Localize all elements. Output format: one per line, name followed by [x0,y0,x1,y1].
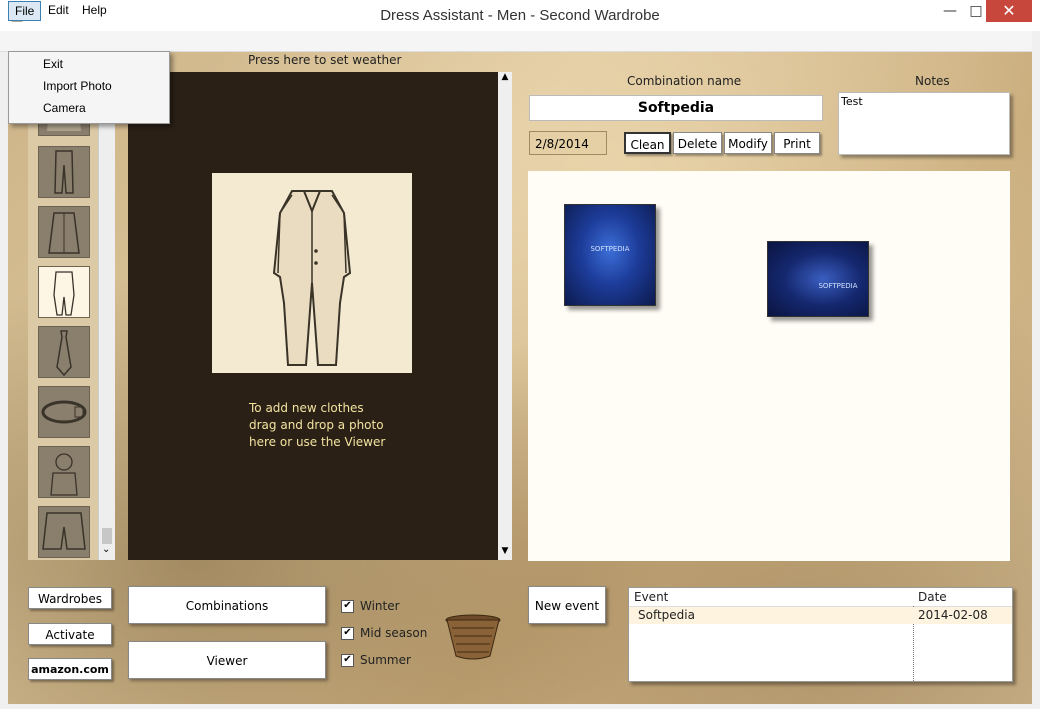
event-cell: Softpedia [638,608,695,622]
events-table[interactable]: Event Date Softpedia 2014-02-08 [628,587,1013,682]
print-button[interactable]: Print [774,132,820,154]
summer-checkbox[interactable]: ✔ [341,654,354,667]
combination-name-label: Combination name [627,74,742,88]
mid-season-label: Mid season [360,626,428,640]
menu-bar [0,31,1032,52]
new-event-button[interactable]: New event [528,586,606,624]
combination-name-input[interactable]: Softpedia [529,95,823,121]
shorts-thumb[interactable] [38,506,90,558]
viewer-button[interactable]: Viewer [128,641,326,679]
amazon-button[interactable]: amazon.com [28,658,112,680]
clean-button[interactable]: Clean [624,132,671,154]
combination-photo[interactable]: SOFTPEDIA [767,241,869,317]
amazon-logo: amazon.com [31,663,109,676]
scarf-thumb[interactable] [38,446,90,498]
suit-thumb[interactable] [38,266,90,318]
combinations-button[interactable]: Combinations [128,586,326,624]
notes-label: Notes [915,74,950,88]
winter-label: Winter [360,599,400,613]
date-cell: 2014-02-08 [918,608,988,622]
tie-thumb[interactable] [38,326,90,378]
window-title: Dress Assistant - Men - Second Wardrobe [380,7,660,24]
menu-edit[interactable]: Edit [42,1,75,19]
weather-link[interactable]: Press here to set weather [248,53,401,67]
file-menu-dropdown: Exit Import Photo Camera [8,51,170,124]
trash-basket-icon[interactable] [444,614,502,660]
scroll-up-arrow-icon[interactable]: ▲ [500,72,510,84]
menu-item-camera[interactable]: Camera [43,98,86,118]
thumbnail-scrollbar[interactable]: ⌄ [98,100,115,560]
viewer-scrollbar[interactable]: ▲ ▼ [498,72,512,560]
pants-thumb[interactable] [38,146,90,198]
viewer-hint: To add new clothes drag and drop a photo… [249,400,449,451]
viewer-hint-line: here or use the Viewer [249,435,386,449]
photo-caption: SOFTPEDIA [590,245,630,253]
summer-label: Summer [360,653,411,667]
combination-date-field[interactable]: 2/8/2014 [529,131,607,155]
menu-file[interactable]: File [8,1,42,21]
close-button[interactable]: ✕ [986,0,1032,22]
viewer-hint-line: drag and drop a photo [249,418,384,432]
winter-checkbox[interactable]: ✔ [341,600,354,613]
table-header [629,588,1012,607]
scroll-down-arrow-icon[interactable]: ▼ [500,546,510,558]
coat-thumb[interactable] [38,206,90,258]
modify-button[interactable]: Modify [724,132,772,154]
menu-item-import-photo[interactable]: Import Photo [43,76,112,96]
selected-clothing-photo[interactable] [212,173,412,373]
mid-season-checkbox[interactable]: ✔ [341,627,354,640]
notes-textarea[interactable]: Test [838,92,1010,155]
wardrobes-button[interactable]: Wardrobes [28,587,112,609]
viewer-hint-line: To add new clothes [249,401,364,415]
menu-item-exit[interactable]: Exit [43,54,63,74]
combination-photo[interactable]: SOFTPEDIA [564,204,656,306]
scrollbar-thumb[interactable] [102,528,112,544]
event-column-header[interactable]: Event [634,590,668,604]
activate-button[interactable]: Activate [28,623,112,645]
date-column-header[interactable]: Date [918,590,947,604]
scroll-down-arrow-icon[interactable]: ⌄ [102,544,110,555]
belt-thumb[interactable] [38,386,90,438]
menu-help[interactable]: Help [76,1,113,19]
delete-button[interactable]: Delete [673,132,722,154]
photo-caption: SOFTPEDIA [818,282,858,290]
